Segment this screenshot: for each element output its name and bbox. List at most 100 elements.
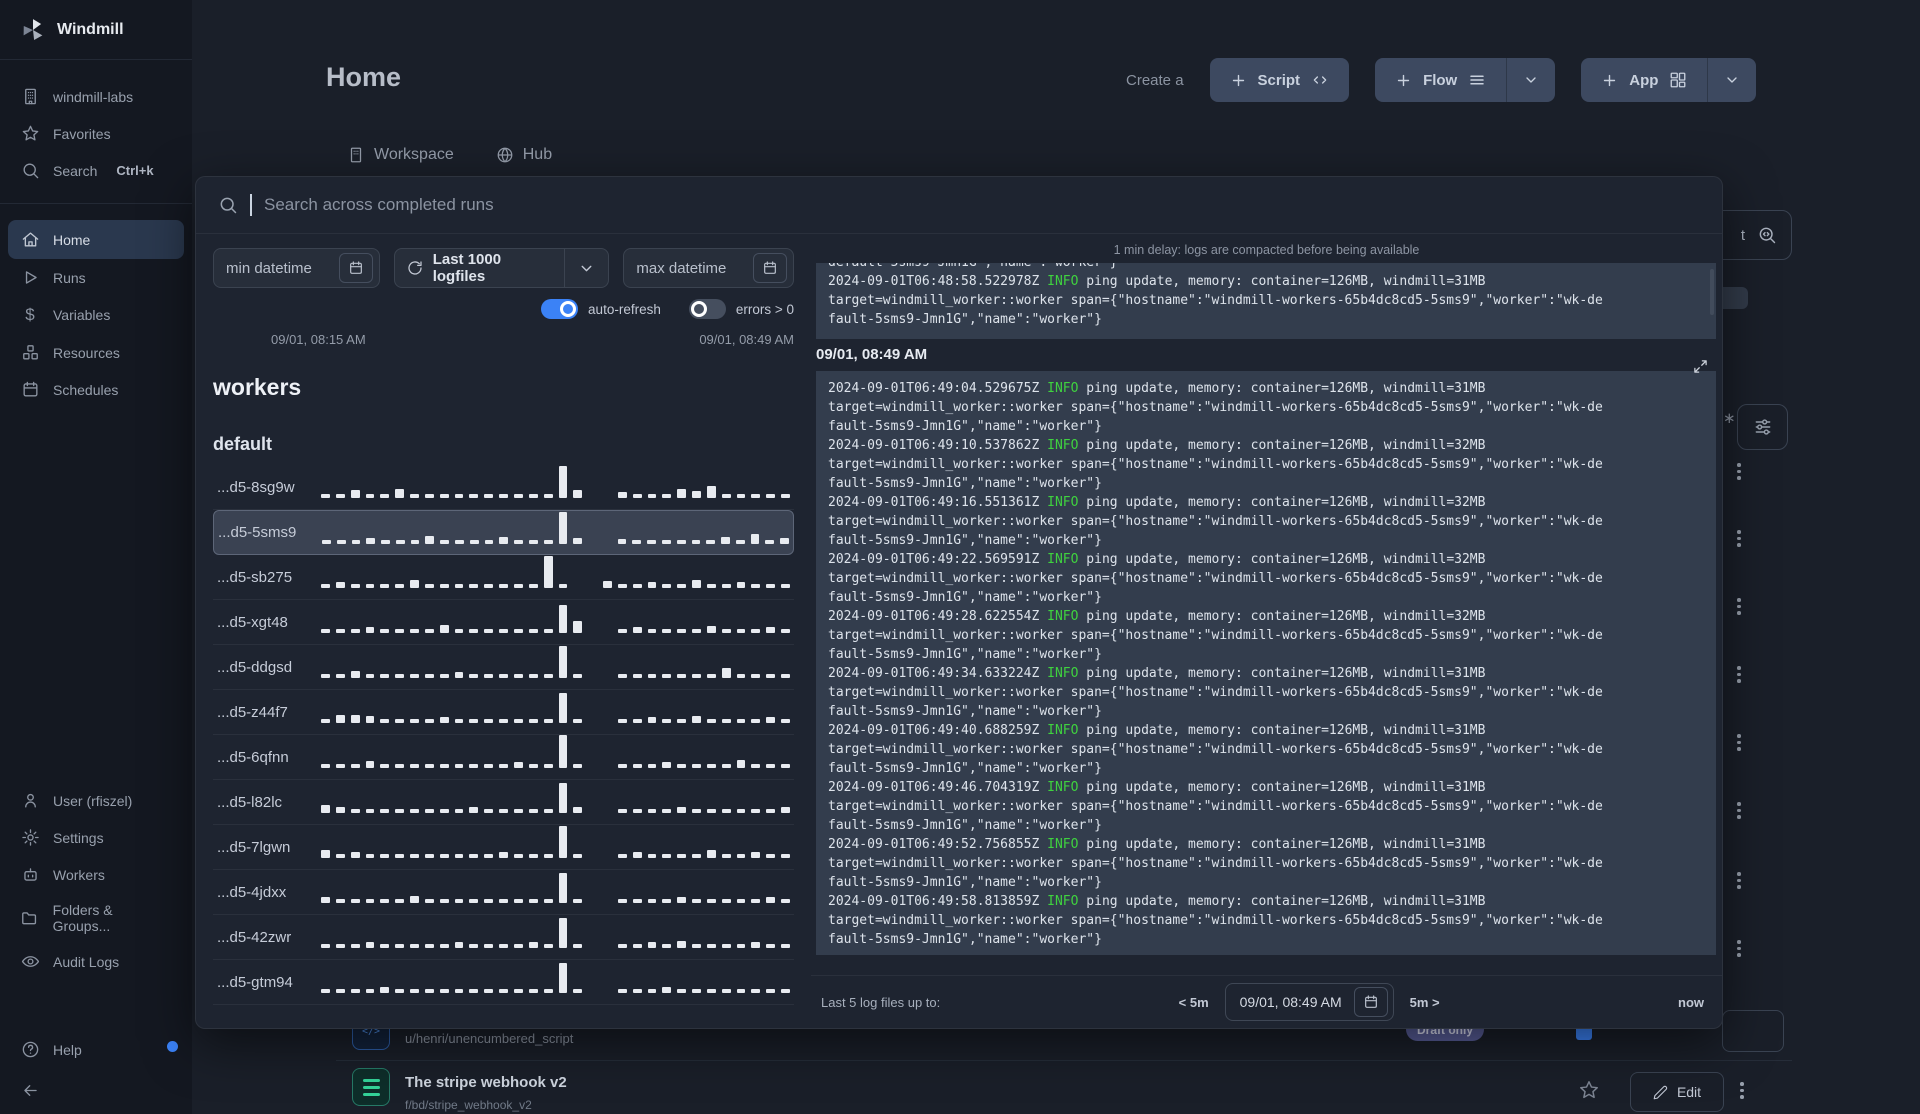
search-icon [218,195,238,215]
log-scrollbar[interactable] [1710,269,1714,315]
create-script-button[interactable]: Script [1209,58,1350,102]
workers-heading: workers [213,374,302,400]
filters-button[interactable] [1737,404,1788,450]
row-menu-kebab[interactable] [1737,734,1741,751]
app-grid-icon [1669,71,1687,89]
row-menu-kebab[interactable] [1737,530,1741,547]
worker-row[interactable]: ...d5-sb275 [213,555,794,600]
log-block-current[interactable]: 2024-09-01T06:49:04.529675Z INFO ping up… [816,360,1716,955]
worker-row[interactable]: ...d5-5sms9 [213,510,794,555]
forward-5m-button[interactable]: 5m > [1410,995,1440,1010]
edit-button[interactable]: Edit [1630,1072,1724,1112]
worker-name: ...d5-7lgwn [217,838,291,856]
row-menu-kebab[interactable] [1737,666,1741,683]
errors-toggle[interactable] [688,299,726,319]
create-app-dropdown[interactable] [1707,58,1757,102]
create-row: Create a Script Flow App [1126,58,1757,102]
worker-row[interactable]: ...d5-ddgsd [213,645,794,690]
plus-icon [1395,72,1412,89]
folder-icon [20,909,40,928]
tab-hub[interactable]: Hub [496,146,552,164]
flow-path: f/bd/stripe_webhook_v2 [405,1098,532,1112]
worker-name: ...d5-xgt48 [217,613,288,631]
workers-label: Workers [53,866,105,883]
worker-row[interactable]: ...d5-8sg9w [213,465,794,510]
runs-search-bar[interactable]: Search across completed runs [196,177,1722,234]
create-flow-label: Flow [1423,71,1458,89]
row-menu-kebab[interactable] [1737,872,1741,889]
sidebar-item-home[interactable]: Home [8,220,184,259]
folders-label: Folders & Groups... [52,902,113,934]
schedules-label: Schedules [53,381,119,398]
logfiles-select[interactable]: Last 1000 logfiles [393,248,610,288]
create-flow-dropdown[interactable] [1506,58,1556,102]
log-block-previous[interactable]: default-5sms9-Jmn1G","name":"worker"} 20… [816,263,1716,339]
back-5m-button[interactable]: < 5m [1179,995,1209,1010]
create-flow-button[interactable]: Flow [1375,58,1507,102]
worker-row[interactable]: ...d5-7lgwn [213,825,794,870]
sidebar-item-audit-logs[interactable]: Audit Logs [0,943,192,980]
runs-label: Runs [53,269,86,286]
tab-workspace[interactable]: Workspace [347,146,454,164]
script-row-button[interactable] [1722,1010,1784,1052]
sidebar-collapse-button[interactable] [0,1072,192,1109]
pencil-icon [1653,1085,1668,1100]
create-label: Create a [1126,71,1184,89]
sidebar-item-help[interactable]: Help [0,1031,192,1068]
worker-name: ...d5-6qfnn [217,748,289,766]
log-entry: 2024-09-01T06:49:22.569591Z INFO ping up… [828,552,1603,605]
calendar-button[interactable] [338,253,373,283]
sidebar-item-runs[interactable]: Runs [0,259,192,296]
clipped-log-line: default-5sms9-Jmn1G","name":"worker"} [828,263,1603,272]
tab-hub-label: Hub [522,146,553,163]
now-button[interactable]: now [1678,995,1704,1010]
user-icon [20,791,40,810]
sidebar-item-search[interactable]: Search Ctrl+k [0,152,192,189]
home-label: Home [53,231,91,248]
log-datetime-input[interactable]: 09/01, 08:49 AM [1224,983,1394,1021]
worker-row[interactable]: ...d5-xgt48 [213,600,794,645]
range-start-label: 09/01, 08:15 AM [271,332,366,347]
audit-logs-label: Audit Logs [53,953,120,970]
sidebar-item-user[interactable]: User (rfiszel) [0,782,192,819]
windmill-logo-icon [20,17,46,43]
worker-row[interactable]: ...d5-6qfnn [213,735,794,780]
worker-sparkline [321,693,790,728]
calendar-button[interactable] [1353,987,1388,1017]
row-menu-kebab[interactable] [1737,463,1741,480]
expand-icon[interactable] [1693,359,1708,374]
star-icon [20,124,40,143]
sidebar-item-folders[interactable]: Folders & Groups... [0,893,192,943]
sidebar-item-variables[interactable]: $ Variables [0,296,192,334]
favorite-star-icon[interactable] [1578,1079,1600,1101]
sidebar-item-settings[interactable]: Settings [0,819,192,856]
sidebar-item-resources[interactable]: Resources [0,334,192,371]
create-app-button[interactable]: App [1581,58,1708,102]
sidebar-item-schedules[interactable]: Schedules [0,371,192,408]
worker-row[interactable]: ...d5-4jdxx [213,870,794,915]
worker-sparkline [321,646,790,683]
boxes-icon [20,343,40,362]
worker-row[interactable]: ...d5-z44f7 [213,690,794,735]
row-menu-kebab[interactable] [1737,802,1741,819]
calendar-button[interactable] [753,253,787,283]
row-menu-kebab[interactable] [1737,940,1741,957]
min-datetime-input[interactable]: min datetime [213,248,380,288]
logfiles-dropdown-chevron[interactable] [564,249,608,287]
worker-row[interactable]: ...d5-l82lc [213,780,794,825]
create-script-label: Script [1257,71,1301,89]
worker-name: ...d5-gtm94 [217,973,293,991]
row-menu-kebab[interactable] [1737,598,1741,615]
sidebar-item-workers[interactable]: Workers [0,856,192,893]
worker-row[interactable]: ...d5-42zwr [213,915,794,960]
auto-refresh-toggle[interactable] [541,299,579,319]
worker-row[interactable]: ...d5-gtm94 [213,960,794,1005]
max-datetime-input[interactable]: max datetime [623,248,794,288]
create-app-label: App [1629,71,1659,89]
sidebar-item-favorites[interactable]: Favorites [0,115,192,152]
plus-icon [1230,72,1247,89]
flow-row-menu[interactable] [1740,1082,1744,1099]
app-logo-row[interactable]: Windmill [0,0,192,60]
sidebar-item-workspace[interactable]: windmill-labs [0,78,192,115]
resources-label: Resources [53,344,120,361]
